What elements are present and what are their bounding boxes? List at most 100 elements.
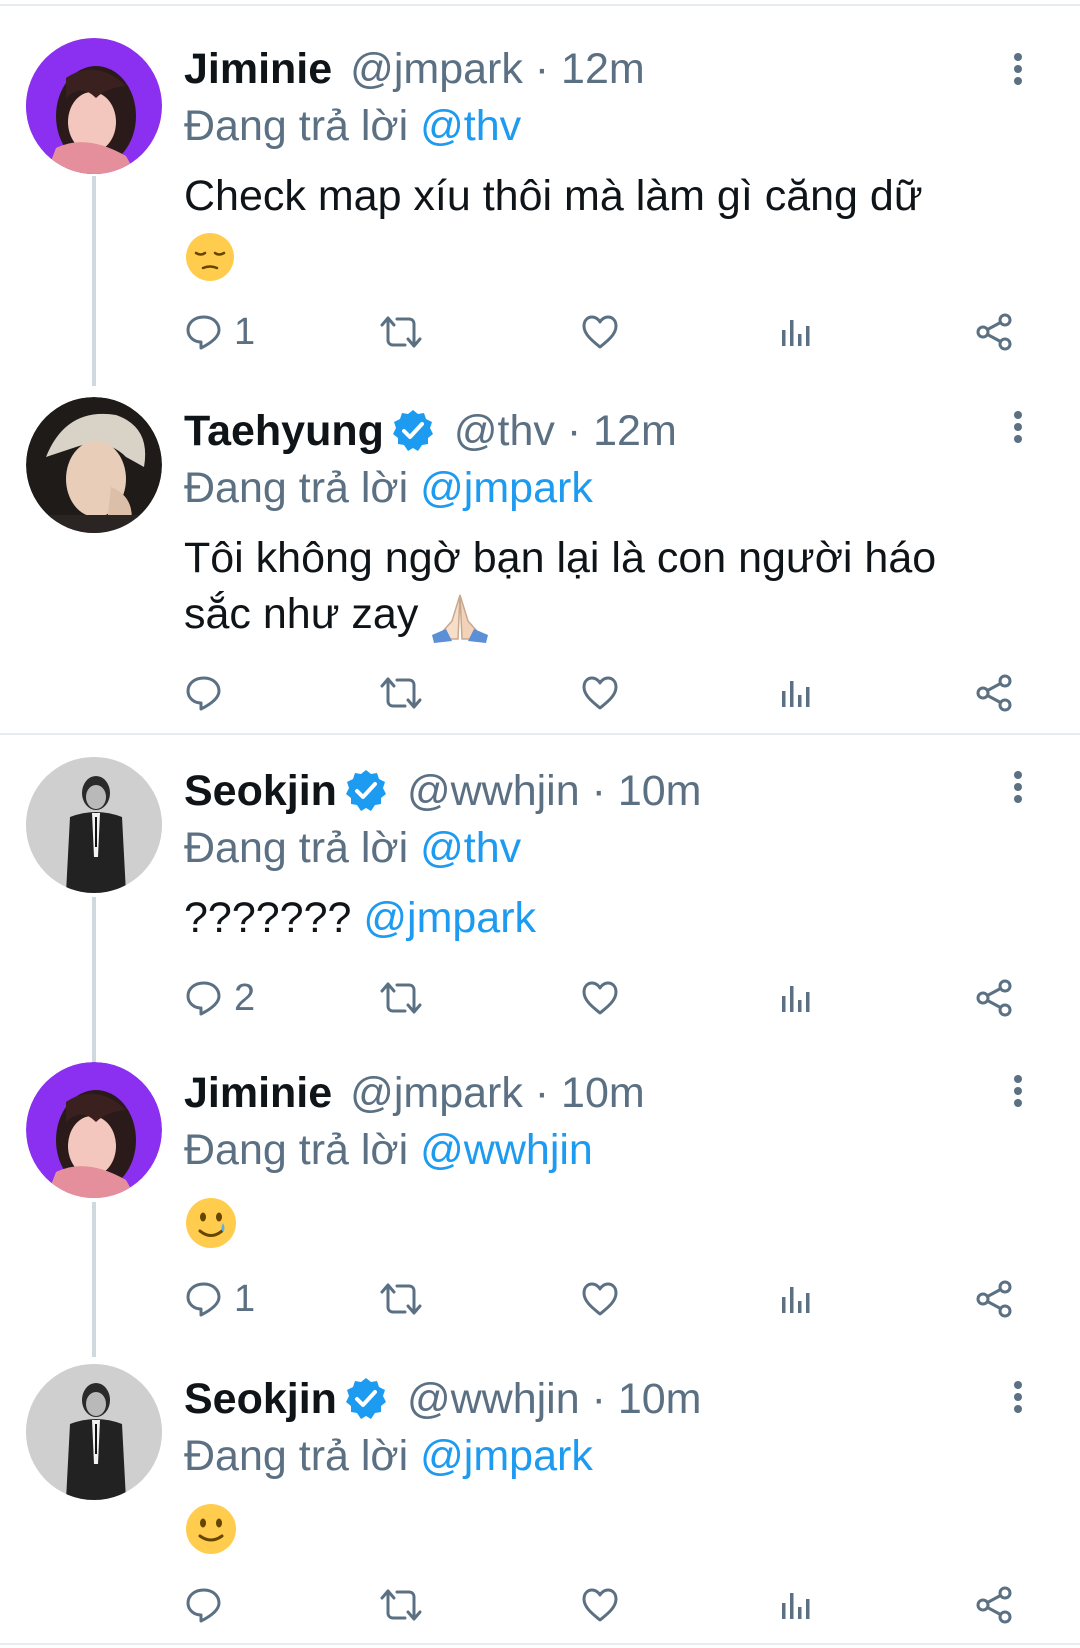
share-button[interactable] xyxy=(974,1580,1014,1630)
like-button[interactable] xyxy=(580,973,620,1023)
retweet-icon xyxy=(379,312,423,352)
reply-icon xyxy=(184,673,224,713)
tweet-text: Tôi không ngờ bạn lại là con người háo s… xyxy=(184,530,1014,643)
retweet-button[interactable] xyxy=(379,1580,423,1630)
seokjin-avatar-image xyxy=(26,1364,162,1500)
tweet-text: ??????? @jmpark xyxy=(184,890,1014,946)
thread-line xyxy=(92,897,96,1067)
handle-time[interactable]: @jmpark · 10m xyxy=(350,1069,645,1118)
avatar[interactable] xyxy=(26,38,162,174)
avatar[interactable] xyxy=(26,757,162,893)
reply-icon xyxy=(184,312,224,352)
more-options-icon[interactable] xyxy=(1008,408,1028,448)
reply-button[interactable]: 2 xyxy=(184,973,255,1023)
reply-button[interactable]: 1 xyxy=(184,307,255,357)
tweet-actions: 1 xyxy=(184,1274,1034,1324)
analytics-button[interactable] xyxy=(776,668,816,718)
top-divider xyxy=(0,4,1080,6)
replying-to: Đang trả lời @jmpark xyxy=(184,1428,1014,1484)
like-button[interactable] xyxy=(580,307,620,357)
handle-time[interactable]: @thv · 12m xyxy=(454,407,677,456)
tweet-text xyxy=(184,1192,1014,1250)
retweet-icon xyxy=(379,1279,423,1319)
retweet-icon xyxy=(379,978,423,1018)
reply-icon xyxy=(184,1585,224,1625)
avatar[interactable] xyxy=(26,1062,162,1198)
jimin-avatar-image xyxy=(26,38,162,174)
tweet-text-content: Check map xíu thôi mà làm gì căng dữ xyxy=(184,172,923,220)
tweet-actions: 2 xyxy=(184,973,1034,1023)
more-options-icon[interactable] xyxy=(1008,1378,1028,1418)
avatar[interactable] xyxy=(26,1364,162,1500)
analytics-icon xyxy=(776,1585,816,1625)
tweet-text: Check map xíu thôi mà làm gì căng dữ xyxy=(184,168,1014,283)
analytics-button[interactable] xyxy=(776,1274,816,1324)
analytics-button[interactable] xyxy=(776,307,816,357)
replying-to: Đang trả lời @thv xyxy=(184,98,1014,154)
analytics-button[interactable] xyxy=(776,1580,816,1630)
analytics-icon xyxy=(776,673,816,713)
reply-button[interactable] xyxy=(184,668,234,718)
replying-prefix: Đang trả lời xyxy=(184,1432,409,1480)
more-options-icon[interactable] xyxy=(1008,1072,1028,1112)
share-button[interactable] xyxy=(974,668,1014,718)
share-button[interactable] xyxy=(974,1274,1014,1324)
retweet-button[interactable] xyxy=(379,973,423,1023)
share-icon xyxy=(974,312,1014,352)
replying-to: Đang trả lời @jmpark xyxy=(184,460,1014,516)
more-options-icon[interactable] xyxy=(1008,50,1028,90)
display-name[interactable]: Jiminie xyxy=(184,45,332,94)
analytics-icon xyxy=(776,1279,816,1319)
tweet-text-content: Tôi không ngờ bạn lại là con người háo s… xyxy=(184,534,937,638)
like-button[interactable] xyxy=(580,1580,620,1630)
display-name[interactable]: Seokjin xyxy=(184,1375,337,1424)
share-icon xyxy=(974,978,1014,1018)
share-button[interactable] xyxy=(974,973,1014,1023)
retweet-icon xyxy=(379,1585,423,1625)
more-options-icon[interactable] xyxy=(1008,768,1028,808)
replying-prefix: Đang trả lời xyxy=(184,102,409,150)
verified-badge-icon xyxy=(390,408,436,454)
thread-line xyxy=(92,176,96,386)
reply-button[interactable] xyxy=(184,1580,234,1630)
reply-button[interactable]: 1 xyxy=(184,1274,255,1324)
retweet-button[interactable] xyxy=(379,307,423,357)
folded-hands-emoji xyxy=(432,594,489,643)
share-icon xyxy=(974,1279,1014,1319)
replying-mention[interactable]: @thv xyxy=(420,102,521,150)
replying-mention[interactable]: @jmpark xyxy=(420,1432,593,1480)
like-button[interactable] xyxy=(580,668,620,718)
tweet-actions xyxy=(184,1580,1034,1630)
handle-time[interactable]: @jmpark · 12m xyxy=(350,45,645,94)
retweet-icon xyxy=(379,673,423,713)
thread-divider xyxy=(0,733,1080,735)
display-name[interactable]: Jiminie xyxy=(184,1069,332,1118)
retweet-button[interactable] xyxy=(379,1274,423,1324)
reply-count: 1 xyxy=(234,310,256,353)
replying-to: Đang trả lời @thv xyxy=(184,820,1014,876)
tweet-text-mention[interactable]: @jmpark xyxy=(363,894,536,942)
like-icon xyxy=(580,978,620,1018)
analytics-button[interactable] xyxy=(776,973,816,1023)
display-name[interactable]: Taehyung xyxy=(184,407,384,456)
thread-line xyxy=(92,1202,96,1357)
seokjin-avatar-image xyxy=(26,757,162,893)
avatar[interactable] xyxy=(26,397,162,533)
jimin-avatar-image xyxy=(26,1062,162,1198)
like-button[interactable] xyxy=(580,1274,620,1324)
replying-mention[interactable]: @thv xyxy=(420,824,521,872)
bottom-divider xyxy=(0,1643,1080,1645)
tweet-text xyxy=(184,1498,1014,1556)
like-icon xyxy=(580,673,620,713)
handle-time[interactable]: @wwhjin · 10m xyxy=(407,1375,702,1424)
share-button[interactable] xyxy=(974,307,1014,357)
replying-mention[interactable]: @jmpark xyxy=(420,464,593,512)
tweet-actions xyxy=(184,668,1034,718)
display-name[interactable]: Seokjin xyxy=(184,767,337,816)
handle-time[interactable]: @wwhjin · 10m xyxy=(407,767,702,816)
analytics-icon xyxy=(776,978,816,1018)
like-icon xyxy=(580,1585,620,1625)
retweet-button[interactable] xyxy=(379,668,423,718)
tweet-text-content: ??????? xyxy=(184,894,352,942)
replying-mention[interactable]: @wwhjin xyxy=(420,1126,593,1174)
